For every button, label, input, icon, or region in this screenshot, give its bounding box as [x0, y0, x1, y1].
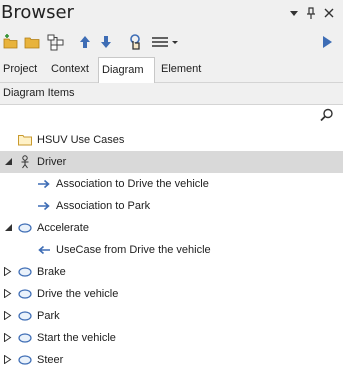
usecase-icon: [18, 266, 32, 278]
close-icon[interactable]: [322, 5, 336, 21]
tab-bar: Project Context Diagram Element: [0, 57, 343, 84]
tree-item-drive-the-vehicle[interactable]: Drive the vehicle: [0, 283, 343, 305]
arrow-right-icon: [37, 200, 51, 212]
tab-project[interactable]: Project: [0, 57, 48, 83]
tree-item-label: Start the vehicle: [37, 332, 116, 344]
usecase-icon: [18, 310, 32, 322]
tree-item-label: Driver: [37, 156, 67, 168]
collapsed-icon[interactable]: [3, 288, 12, 299]
tree-item-driver[interactable]: Driver: [0, 151, 343, 173]
open-folder-icon[interactable]: [24, 33, 42, 51]
tab-element[interactable]: Element: [158, 57, 214, 83]
tab-context[interactable]: Context: [48, 57, 98, 83]
tree-item-steer[interactable]: Steer: [0, 349, 343, 371]
tree-item-label: Steer: [37, 354, 64, 366]
collapsed-icon[interactable]: [3, 354, 12, 365]
tab-diagram[interactable]: Diagram: [98, 57, 155, 84]
tree-item-start-the-vehicle[interactable]: Start the vehicle: [0, 327, 343, 349]
expanded-icon[interactable]: [4, 157, 13, 166]
tree-item-usecase-from-drive[interactable]: UseCase from Drive the vehicle: [0, 239, 343, 261]
play-icon[interactable]: [318, 33, 336, 51]
move-down-icon[interactable]: [97, 33, 115, 51]
tree-item-label: Accelerate: [37, 222, 89, 234]
collapsed-icon[interactable]: [3, 310, 12, 321]
dropdown-icon[interactable]: [287, 5, 301, 21]
collapsed-icon[interactable]: [3, 266, 12, 277]
pin-icon[interactable]: [304, 5, 318, 21]
tree-item-label: Association to Park: [56, 200, 151, 212]
hierarchy-icon[interactable]: [47, 33, 65, 51]
tree-item-label: Drive the vehicle: [37, 288, 119, 300]
tree-item-label: Brake: [37, 266, 66, 278]
tree-item-association-drive[interactable]: Association to Drive the vehicle: [0, 173, 343, 195]
folder-icon: [18, 134, 32, 146]
tree-item-hsuv-use-cases[interactable]: HSUV Use Cases: [0, 129, 343, 151]
usecase-icon: [18, 222, 32, 234]
expanded-icon[interactable]: [4, 223, 13, 232]
tree-item-accelerate[interactable]: Accelerate: [0, 217, 343, 239]
move-up-icon[interactable]: [76, 33, 94, 51]
window-title: Browser: [1, 2, 74, 23]
new-package-icon[interactable]: [2, 33, 20, 51]
tree-item-association-park[interactable]: Association to Park: [0, 195, 343, 217]
section-header: Diagram Items: [0, 83, 343, 105]
usecase-icon: [18, 332, 32, 344]
actor-icon: [18, 155, 32, 169]
tree-item-park[interactable]: Park: [0, 305, 343, 327]
tree-item-label: Park: [37, 310, 60, 322]
arrow-left-icon: [37, 244, 51, 256]
search-icon[interactable]: [320, 108, 334, 122]
tree-view: HSUV Use Cases Driver Association to Dri…: [0, 105, 343, 385]
tree-item-label: Association to Drive the vehicle: [56, 178, 209, 190]
toolbar: [0, 27, 343, 57]
menu-icon[interactable]: [150, 33, 182, 51]
tree-item-label: HSUV Use Cases: [37, 134, 125, 146]
tree-item-brake[interactable]: Brake: [0, 261, 343, 283]
locate-icon[interactable]: [126, 33, 144, 51]
usecase-icon: [18, 354, 32, 366]
collapsed-icon[interactable]: [3, 332, 12, 343]
usecase-icon: [18, 288, 32, 300]
title-bar: Browser: [0, 0, 343, 27]
arrow-right-icon: [37, 178, 51, 190]
tree-item-label: UseCase from Drive the vehicle: [56, 244, 211, 256]
